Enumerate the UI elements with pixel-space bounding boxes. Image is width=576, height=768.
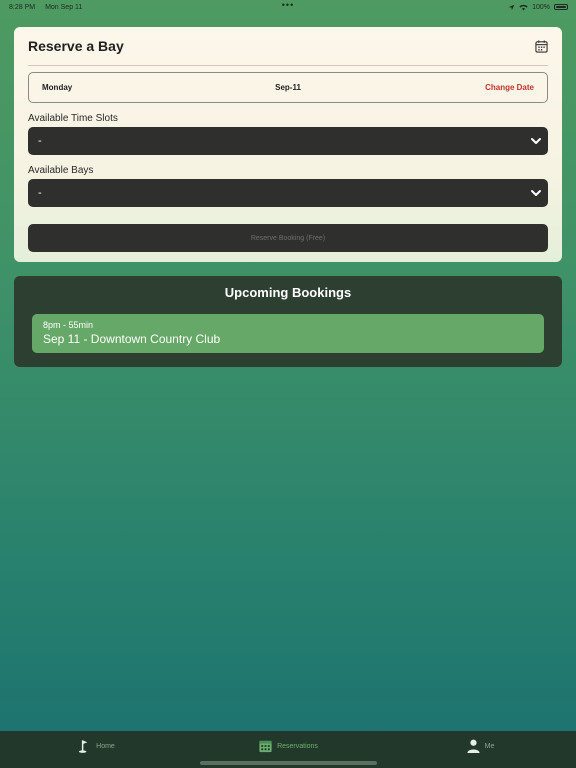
tab-reservations[interactable]: Reservations xyxy=(192,732,384,760)
time-slots-label: Available Time Slots xyxy=(28,113,118,124)
tab-me-label: Me xyxy=(484,742,495,750)
home-indicator[interactable] xyxy=(200,761,377,765)
reserve-booking-button[interactable]: Reserve Booking (Free) xyxy=(28,224,548,252)
bays-select[interactable]: - xyxy=(28,179,548,207)
multitasking-dots[interactable]: ••• xyxy=(282,0,294,10)
battery-icon xyxy=(554,4,568,10)
calendar-icon xyxy=(259,740,272,753)
booking-place: Sep 11 - Downtown Country Club xyxy=(43,332,221,346)
selected-day: Monday xyxy=(42,83,73,92)
card-header: Reserve a Bay xyxy=(28,27,548,66)
status-date: Mon Sep 11 xyxy=(45,3,83,11)
wifi-icon xyxy=(519,4,528,10)
location-icon xyxy=(508,4,515,10)
bays-value: - xyxy=(38,187,42,199)
battery-percent: 100% xyxy=(532,3,550,11)
bays-label: Available Bays xyxy=(28,165,94,176)
person-icon xyxy=(467,739,480,754)
status-time: 8:28 PM xyxy=(9,3,36,11)
tab-reservations-label: Reservations xyxy=(277,742,318,750)
tab-home[interactable]: Home xyxy=(0,732,192,760)
selected-date: Sep-11 xyxy=(275,83,301,92)
chevron-down-icon xyxy=(531,138,541,144)
time-slots-select[interactable]: - xyxy=(28,127,548,155)
status-bar: 8:28 PM Mon Sep 11 ••• 100% xyxy=(0,0,576,14)
booking-time: 8pm - 55min xyxy=(43,320,94,330)
change-date-button[interactable]: Change Date xyxy=(485,83,534,92)
upcoming-bookings-panel: Upcoming Bookings 8pm - 55min Sep 11 - D… xyxy=(14,276,562,367)
reserve-bay-card: Reserve a Bay Monday Sep-11 Change Date … xyxy=(14,27,562,262)
booking-item[interactable]: 8pm - 55min Sep 11 - Downtown Country Cl… xyxy=(32,314,544,353)
date-selector: Monday Sep-11 Change Date xyxy=(28,72,548,103)
time-slots-value: - xyxy=(38,135,42,147)
upcoming-bookings-title: Upcoming Bookings xyxy=(224,285,352,300)
tab-me[interactable]: Me xyxy=(384,732,576,760)
golf-flag-icon xyxy=(79,740,88,753)
page-title: Reserve a Bay xyxy=(28,38,124,54)
calendar-icon[interactable] xyxy=(535,39,548,53)
chevron-down-icon xyxy=(531,190,541,196)
tab-home-label: Home xyxy=(96,742,115,750)
